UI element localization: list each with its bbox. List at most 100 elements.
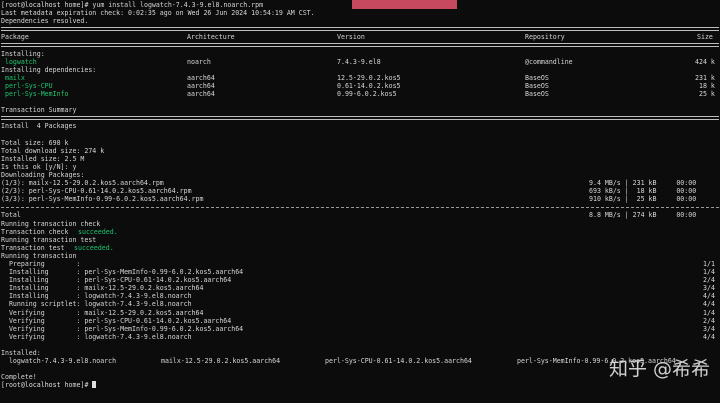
output-cell: 693 kB/s | 18 kB 00:00 xyxy=(589,187,697,196)
output-cell: (3/3): perl-Sys-MemInfo-0.99-6.0.2.kos5.… xyxy=(1,195,204,204)
output-row: Verifying : perl-Sys-MemInfo-0.99-6.0.2.… xyxy=(1,325,719,333)
output-cell: 1/1 xyxy=(703,260,715,268)
output-text: Complete! xyxy=(1,373,37,382)
output-cell: Repository xyxy=(525,33,565,42)
output-cell: BaseOS xyxy=(525,73,549,82)
prompt-user: root xyxy=(4,1,21,9)
prompt: [root@localhost home]# xyxy=(1,381,97,390)
output-cell: 12.5-29.0.2.kos5 xyxy=(337,73,401,82)
output-text: Installed size: 2.5 M xyxy=(1,154,85,163)
output-line: Dependencies resolved. xyxy=(1,17,719,25)
prompt: [root@localhost home]# yum install logwa… xyxy=(1,1,263,9)
output-row: Total 8.8 MB/s | 274 kB 00:00 xyxy=(1,211,719,219)
output-cell: Installing : perl-Sys-MemInfo-0.99-6.0.2… xyxy=(1,268,244,277)
output-row: (3/3): perl-Sys-MemInfo-0.99-6.0.2.kos5.… xyxy=(1,195,719,203)
output-cell: BaseOS xyxy=(525,81,549,90)
output-text: Last metadata expiration check: 0:02:35 … xyxy=(1,9,315,18)
output-cell: 9.4 MB/s | 231 kB 00:00 xyxy=(589,179,697,188)
output-text: Total size: 698 k xyxy=(1,138,69,147)
output-cell: (2/3): perl-Sys-CPU-0.61-14.0.2.kos5.aar… xyxy=(1,187,192,196)
terminal-window[interactable]: [root@localhost home]# yum install logwa… xyxy=(0,0,720,403)
output-line: Total size: 698 k xyxy=(1,139,719,147)
output-line: Total download size: 274 k xyxy=(1,147,719,155)
output-cell: 0.61-14.0.2.kos5 xyxy=(337,81,401,90)
output-row: Installing : perl-Sys-CPU-0.61-14.0.2.ko… xyxy=(1,276,719,284)
output-row: Verifying : logwatch-7.4.3-9.el8.noarch 4… xyxy=(1,333,719,341)
output-text: Running transaction test xyxy=(1,235,97,244)
watermark-text: 知乎 @希希 xyxy=(608,357,710,380)
output-cell: 25 k xyxy=(699,90,715,99)
output-line: Install 4 Packages xyxy=(1,122,719,130)
output-row: Verifying : mailx-12.5-29.0.2.kos5.aarch… xyxy=(1,309,719,317)
output-cell: Package xyxy=(1,33,29,42)
output-row: Verifying : perl-Sys-CPU-0.61-14.0.2.kos… xyxy=(1,317,719,325)
prompt-symbol: ]# xyxy=(80,1,93,9)
output-cell: noarch xyxy=(187,57,211,66)
output-cell: Verifying : perl-Sys-CPU-0.61-14.0.2.kos… xyxy=(1,316,232,325)
output-line: Installing dependencies: xyxy=(1,66,719,74)
output-row: Installing : perl-Sys-MemInfo-0.99-6.0.2… xyxy=(1,268,719,276)
output-cell: (1/3): mailx-12.5-29.0.2.kos5.aarch64.rp… xyxy=(1,179,164,188)
output-text: Is this ok [y/N]: y xyxy=(1,162,77,171)
output-cell: 3/4 xyxy=(703,284,715,293)
output-cell: 3/4 xyxy=(703,324,715,333)
output-cell: succeeded. xyxy=(78,227,118,236)
separator-rule xyxy=(1,25,719,33)
separator-rule xyxy=(1,114,719,122)
prompt-symbol: ]# xyxy=(80,381,93,390)
output-line: Running transaction test xyxy=(1,236,719,244)
terminal-output: [root@localhost home]# yum install logwa… xyxy=(1,1,719,390)
output-row: Installing : logwatch-7.4.3-9.el8.noarch… xyxy=(1,292,719,300)
output-cell: 231 k xyxy=(695,73,715,82)
output-cell: Version xyxy=(337,33,365,42)
prompt-host: localhost xyxy=(24,1,61,9)
output-cell: 2/4 xyxy=(703,276,715,285)
output-cell: Installing : perl-Sys-CPU-0.61-14.0.2.ko… xyxy=(1,276,232,285)
output-line: Running transaction check xyxy=(1,220,719,228)
command-text: yum install logwatch-7.4.3-9.el8.noarch.… xyxy=(92,1,264,9)
output-cell: 4/4 xyxy=(703,332,715,341)
output-cell: perl-Sys-MemInfo xyxy=(1,90,69,99)
output-text: Installed: xyxy=(1,349,41,358)
prompt-line: [root@localhost home]# yum install logwa… xyxy=(1,1,719,9)
prompt-host: localhost xyxy=(24,381,61,390)
output-cell: logwatch-7.4.3-9.el8.noarch xyxy=(1,357,117,366)
output-line: Installed size: 2.5 M xyxy=(1,155,719,163)
output-cell: 8.8 MB/s | 274 kB 00:00 xyxy=(589,211,697,220)
output-text: Total download size: 274 k xyxy=(1,146,105,155)
output-row: (1/3): mailx-12.5-29.0.2.kos5.aarch64.rp… xyxy=(1,179,719,187)
text-cursor[interactable] xyxy=(92,381,97,389)
output-row: (2/3): perl-Sys-CPU-0.61-14.0.2.kos5.aar… xyxy=(1,187,719,195)
output-cell: 7.4.3-9.el8 xyxy=(337,57,381,66)
output-cell: BaseOS xyxy=(525,90,549,99)
output-line: Downloading Packages: xyxy=(1,171,719,179)
output-row: perl-Sys-CPU aarch64 0.61-14.0.2.kos5 BaseO… xyxy=(1,82,719,90)
output-row: Transaction check succeeded. xyxy=(1,228,719,236)
separator-dashed xyxy=(1,203,719,211)
output-row: Running scriptlet: logwatch-7.4.3-9.el8.… xyxy=(1,300,719,308)
output-row: mailx aarch64 12.5-29.0.2.kos5 BaseOS 231 k xyxy=(1,74,719,82)
output-cell: mailx-12.5-29.0.2.kos5.aarch64 xyxy=(161,357,281,366)
output-cell: 424 k xyxy=(695,57,715,66)
output-cell: Verifying : logwatch-7.4.3-9.el8.noarch xyxy=(1,332,192,341)
output-text: Downloading Packages: xyxy=(1,170,85,179)
output-cell: 1/4 xyxy=(703,308,715,317)
separator-rule xyxy=(1,41,719,49)
output-cell: aarch64 xyxy=(187,90,215,99)
output-cell: Installing : mailx-12.5-29.0.2.kos5.aarc… xyxy=(1,284,204,293)
prompt-dir: home xyxy=(64,381,81,390)
prompt-user: root xyxy=(4,381,21,390)
output-cell: Verifying : perl-Sys-MemInfo-0.99-6.0.2.… xyxy=(1,324,244,333)
output-text: Running transaction check xyxy=(1,219,101,228)
output-cell: 4/4 xyxy=(703,292,715,301)
output-cell: 2/4 xyxy=(703,316,715,325)
output-cell: aarch64 xyxy=(187,73,215,82)
output-text: Installing: xyxy=(1,49,45,58)
output-cell: logwatch xyxy=(1,57,37,66)
output-cell: aarch64 xyxy=(187,81,215,90)
output-cell: Transaction test xyxy=(1,243,69,252)
output-cell: perl-Sys-CPU xyxy=(1,81,53,90)
output-cell: 910 kB/s | 25 kB 00:00 xyxy=(589,195,697,204)
